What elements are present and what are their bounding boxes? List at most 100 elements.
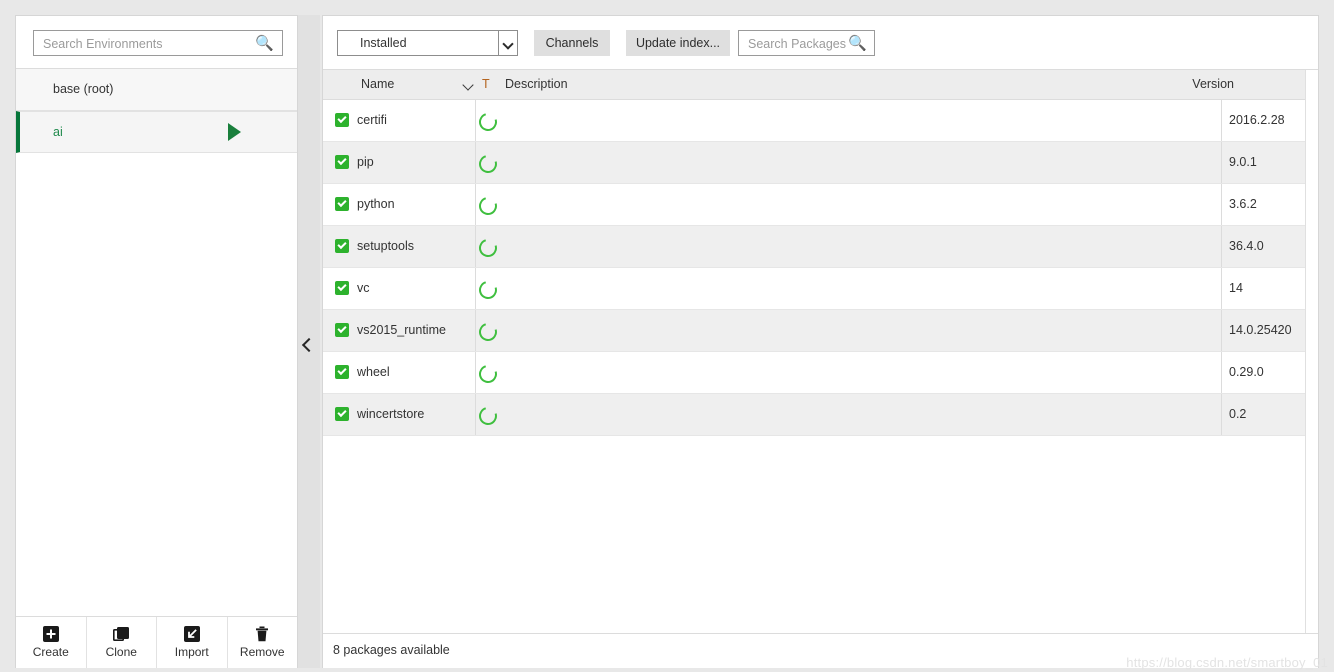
env-button-label: Import xyxy=(174,645,209,659)
copy-squares-icon xyxy=(112,625,130,643)
column-header-version[interactable]: Version xyxy=(1192,77,1234,91)
clone-button[interactable]: Clone xyxy=(86,617,157,668)
package-checkbox[interactable] xyxy=(335,155,349,169)
package-version: 14.0.25420 xyxy=(1229,323,1292,337)
package-name: setuptools xyxy=(357,239,414,253)
search-packages-input[interactable] xyxy=(746,31,850,57)
search-environments-input[interactable] xyxy=(41,31,255,57)
table-row[interactable]: vc 14 xyxy=(323,268,1318,310)
packages-table-body: certifi 2016.2.28 pip 9.0.1 python 3.6.2 setup… xyxy=(323,100,1318,619)
packages-pane: Installed Channels Update index... 🔍 Nam… xyxy=(322,15,1319,668)
package-version: 2016.2.28 xyxy=(1229,113,1285,127)
package-name: python xyxy=(357,197,395,211)
package-name: vs2015_runtime xyxy=(357,323,446,337)
column-divider xyxy=(475,100,476,142)
version-column-divider xyxy=(1221,100,1222,142)
package-version: 14 xyxy=(1229,281,1243,295)
package-filter-arrow-box[interactable] xyxy=(498,31,517,55)
env-button-label: Remove xyxy=(239,645,285,659)
table-row[interactable]: certifi 2016.2.28 xyxy=(323,100,1318,142)
table-row[interactable]: wincertstore 0.2 xyxy=(323,394,1318,436)
package-checkbox[interactable] xyxy=(335,113,349,127)
column-header-name[interactable]: Name xyxy=(361,77,394,91)
package-name: certifi xyxy=(357,113,387,127)
loading-spinner-icon xyxy=(475,235,501,261)
column-header-type-glyph[interactable]: T xyxy=(482,77,490,91)
environment-item-label: ai xyxy=(53,125,63,139)
package-name: vc xyxy=(357,281,370,295)
column-divider xyxy=(475,394,476,436)
package-version: 9.0.1 xyxy=(1229,155,1257,169)
package-version: 0.29.0 xyxy=(1229,365,1264,379)
env-button-label: Clone xyxy=(105,645,137,659)
import-arrow-icon xyxy=(183,625,201,643)
trash-can-icon xyxy=(253,625,271,643)
plus-square-icon xyxy=(42,625,60,643)
chevron-left-icon xyxy=(301,337,317,353)
package-version: 0.2 xyxy=(1229,407,1247,421)
packages-available-count: 8 packages available xyxy=(333,643,450,657)
environment-item-ai[interactable]: ai xyxy=(16,111,297,153)
environments-search-bar: 🔍 xyxy=(16,16,297,69)
environment-item-base-root-[interactable]: base (root) xyxy=(16,69,297,111)
table-row[interactable]: vs2015_runtime 14.0.25420 xyxy=(323,310,1318,352)
environments-pane: 🔍 base (root) ai Create Clone Import Remove xyxy=(15,15,298,668)
table-row[interactable]: setuptools 36.4.0 xyxy=(323,226,1318,268)
loading-spinner-icon xyxy=(475,193,501,219)
package-name: wheel xyxy=(357,365,390,379)
package-name: pip xyxy=(357,155,374,169)
search-icon[interactable]: 🔍 xyxy=(255,34,274,52)
environments-action-buttons: Create Clone Import Remove xyxy=(16,616,297,668)
package-filter-selected-value: Installed xyxy=(360,36,407,50)
channels-button[interactable]: Channels xyxy=(534,30,610,56)
loading-spinner-icon xyxy=(475,277,501,303)
package-checkbox[interactable] xyxy=(335,407,349,421)
packages-toolbar: Installed Channels Update index... 🔍 xyxy=(323,16,1318,70)
import-button[interactable]: Import xyxy=(157,617,228,668)
package-checkbox[interactable] xyxy=(335,281,349,295)
packages-search-box[interactable]: 🔍 xyxy=(738,30,875,57)
packages-table-header: Name T Description Version xyxy=(323,70,1318,100)
version-column-divider xyxy=(1221,394,1222,436)
package-filter-select[interactable]: Installed xyxy=(337,30,518,56)
package-version: 3.6.2 xyxy=(1229,197,1257,211)
version-column-divider xyxy=(1221,142,1222,184)
watermark-text: https://blog.csdn.net/smartboy_01 xyxy=(1126,655,1328,670)
chevron-down-icon[interactable] xyxy=(462,79,474,91)
environments-search-box[interactable]: 🔍 xyxy=(33,30,283,57)
package-checkbox[interactable] xyxy=(335,365,349,379)
chevron-down-icon xyxy=(502,38,514,50)
version-column-divider xyxy=(1221,268,1222,310)
column-divider xyxy=(475,226,476,268)
search-icon[interactable]: 🔍 xyxy=(848,34,867,52)
update-index-button[interactable]: Update index... xyxy=(626,30,730,56)
column-divider xyxy=(475,352,476,394)
environment-item-label: base (root) xyxy=(53,82,114,96)
loading-spinner-icon xyxy=(475,319,501,345)
package-checkbox[interactable] xyxy=(335,197,349,211)
package-version: 36.4.0 xyxy=(1229,239,1264,253)
column-divider xyxy=(475,184,476,226)
loading-spinner-icon xyxy=(475,403,501,429)
table-row[interactable]: python 3.6.2 xyxy=(323,184,1318,226)
table-row[interactable]: pip 9.0.1 xyxy=(323,142,1318,184)
pane-collapse-handle[interactable] xyxy=(298,15,320,668)
table-row[interactable]: wheel 0.29.0 xyxy=(323,352,1318,394)
package-name: wincertstore xyxy=(357,407,425,421)
packages-table-scrollbar[interactable] xyxy=(1305,70,1318,633)
version-column-divider xyxy=(1221,352,1222,394)
env-button-label: Create xyxy=(32,645,69,659)
column-divider xyxy=(475,268,476,310)
loading-spinner-icon xyxy=(475,151,501,177)
play-triangle-icon[interactable] xyxy=(228,123,241,141)
version-column-divider xyxy=(1221,226,1222,268)
package-checkbox[interactable] xyxy=(335,323,349,337)
version-column-divider xyxy=(1221,310,1222,352)
version-column-divider xyxy=(1221,184,1222,226)
remove-button[interactable]: Remove xyxy=(227,617,297,668)
package-checkbox[interactable] xyxy=(335,239,349,253)
column-divider xyxy=(475,142,476,184)
row-separator xyxy=(323,435,1318,436)
create-button[interactable]: Create xyxy=(16,617,87,668)
column-header-description[interactable]: Description xyxy=(505,77,568,91)
